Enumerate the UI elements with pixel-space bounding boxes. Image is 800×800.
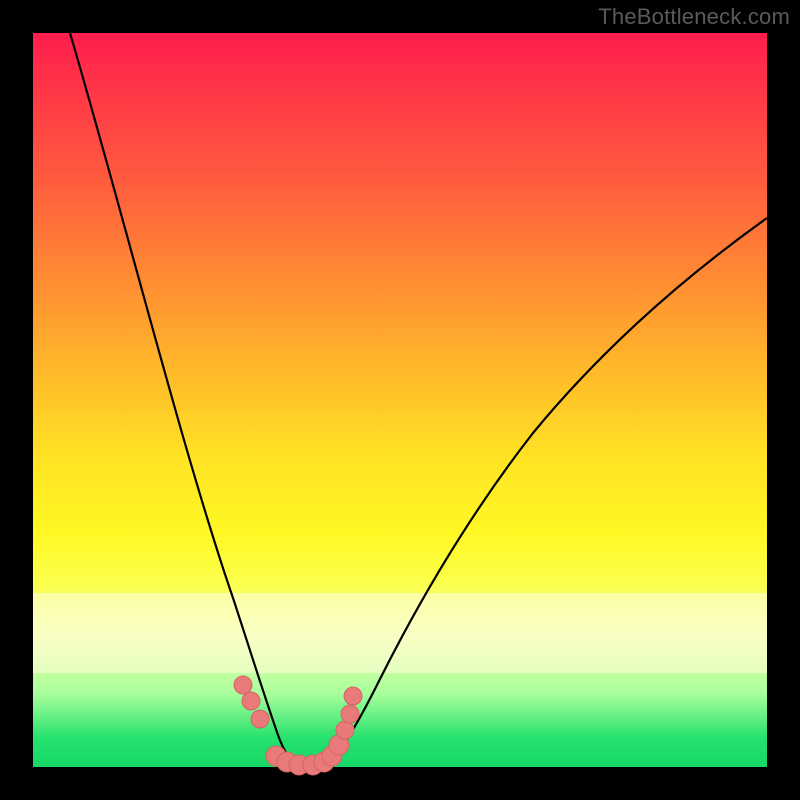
chart-svg <box>33 33 767 767</box>
curve-group <box>70 33 767 765</box>
right-branch-curve <box>327 218 767 763</box>
marker-dot <box>234 676 252 694</box>
marker-dot <box>341 705 359 723</box>
left-branch-curve <box>70 33 295 763</box>
chart-frame: TheBottleneck.com <box>0 0 800 800</box>
marker-dot <box>344 687 362 705</box>
marker-group <box>234 676 362 775</box>
marker-dot <box>251 710 269 728</box>
marker-dot <box>242 692 260 710</box>
marker-dot <box>336 721 354 739</box>
plot-area <box>33 33 767 767</box>
watermark-text: TheBottleneck.com <box>598 4 790 30</box>
